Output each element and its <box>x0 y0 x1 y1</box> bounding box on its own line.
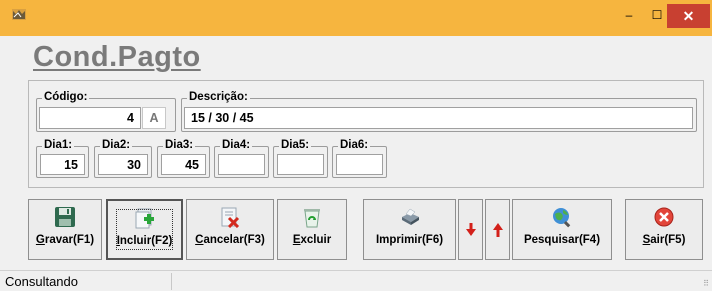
codigo-group: Código: 4 A <box>36 91 176 132</box>
cancel-document-icon <box>221 207 240 228</box>
dia1-group: Dia1: 15 <box>36 139 89 178</box>
dia1-field[interactable]: 15 <box>40 154 85 175</box>
codigo-field[interactable]: 4 <box>39 107 141 129</box>
dia4-group: Dia4: <box>214 139 269 178</box>
excluir-label: Excluir <box>292 234 332 246</box>
app-icon <box>12 9 26 20</box>
status-text: Consultando <box>5 274 78 289</box>
dia2-group: Dia2: 30 <box>94 139 152 178</box>
sair-label: Sair(F5) <box>642 234 686 246</box>
descricao-field[interactable]: 15 / 30 / 45 <box>184 107 693 129</box>
status-bar: Consultando ⠿ <box>0 270 712 291</box>
dia5-label: Dia5: <box>279 139 312 152</box>
form-panel: Código: 4 A Descrição: 15 / 30 / 45 Dia1… <box>28 80 704 188</box>
status-separator <box>171 273 172 290</box>
codigo-suffix-field[interactable]: A <box>142 107 166 129</box>
dia5-field[interactable] <box>277 154 324 175</box>
dia6-group: Dia6: <box>332 139 387 178</box>
codigo-label: Código: <box>42 91 90 104</box>
imprimir-label: Imprimir(F6) <box>375 234 444 246</box>
dia3-label: Dia3: <box>163 139 196 152</box>
next-record-button[interactable] <box>485 199 510 260</box>
dia1-label: Dia1: <box>42 139 75 152</box>
dia6-label: Dia6: <box>338 139 371 152</box>
window-title-bar: – ☐ ✕ <box>0 0 712 36</box>
pesquisar-label: Pesquisar(F4) <box>523 234 601 246</box>
form-title: Cond.Pagto <box>33 41 201 73</box>
dia3-field[interactable]: 45 <box>161 154 206 175</box>
dia6-field[interactable] <box>336 154 383 175</box>
printer-icon <box>401 208 419 225</box>
arrow-up-red-icon <box>492 222 503 237</box>
search-globe-icon <box>553 208 571 228</box>
dia4-label: Dia4: <box>220 139 253 152</box>
descricao-label: Descrição: <box>187 91 250 104</box>
dia3-group: Dia3: 45 <box>157 139 210 178</box>
arrow-down-red-icon <box>465 222 476 236</box>
descricao-group: Descrição: 15 / 30 / 45 <box>181 91 697 132</box>
dia2-label: Dia2: <box>100 139 133 152</box>
resize-grip[interactable]: ⠿ <box>703 279 709 288</box>
close-button[interactable]: ✕ <box>667 4 710 28</box>
floppy-disk-icon <box>55 207 75 227</box>
incluir-label: Incluir(F2) <box>116 235 173 247</box>
excluir-button[interactable]: Excluir <box>277 199 347 260</box>
previous-record-button[interactable] <box>458 199 483 260</box>
dia4-field[interactable] <box>218 154 265 175</box>
dia5-group: Dia5: <box>273 139 328 178</box>
pesquisar-button[interactable]: Pesquisar(F4) <box>512 199 612 260</box>
gravar-button[interactable]: Gravar(F1) <box>28 199 102 260</box>
gravar-label: Gravar(F1) <box>35 234 95 246</box>
cancelar-button[interactable]: Cancelar(F3) <box>186 199 274 260</box>
exit-icon <box>654 207 674 227</box>
imprimir-button[interactable]: Imprimir(F6) <box>363 199 456 260</box>
dia2-field[interactable]: 30 <box>98 154 148 175</box>
sair-button[interactable]: Sair(F5) <box>625 199 703 260</box>
recycle-bin-icon <box>304 209 320 228</box>
cancelar-label: Cancelar(F3) <box>195 234 265 246</box>
incluir-button[interactable]: Incluir(F2) <box>106 199 183 260</box>
